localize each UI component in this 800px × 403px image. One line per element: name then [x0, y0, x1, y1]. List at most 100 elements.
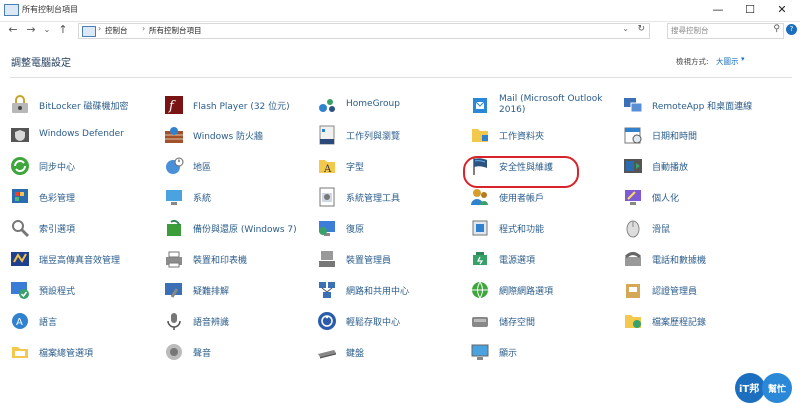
item-default-programs[interactable]: 預設程式 [10, 279, 160, 301]
item-keyboard[interactable]: 鍵盤 [317, 341, 467, 363]
device-manager-icon [319, 251, 335, 267]
item-sound[interactable]: 聲音 [164, 341, 314, 363]
admin-tools-icon [319, 187, 335, 207]
remoteapp-icon [624, 98, 643, 113]
item-system[interactable]: 系統 [164, 186, 314, 208]
breadcrumb-all-items[interactable]: 所有控制台項目 [149, 25, 202, 36]
item-device-manager[interactable]: 裝置管理員 [317, 248, 467, 270]
item-power-options[interactable]: 電源選項 [470, 248, 620, 270]
realtek-audio-icon [11, 252, 29, 266]
search-icon[interactable]: ⚲ [773, 24, 780, 34]
item-date-time[interactable]: 日期和時間 [623, 124, 773, 146]
item-fonts[interactable]: A 字型 [317, 155, 467, 177]
network-icon [319, 282, 335, 298]
item-realtek-audio[interactable]: 瑞昱高傳真音效管理 [10, 248, 160, 270]
forward-button[interactable]: → [24, 23, 38, 37]
search-box[interactable]: ⚲ [667, 23, 784, 39]
backup-icon [167, 219, 181, 236]
power-icon [473, 252, 487, 265]
item-recovery[interactable]: 復原 [317, 217, 467, 239]
ease-of-access-icon [318, 312, 336, 330]
item-remoteapp[interactable]: RemoteApp 和桌面連線 [623, 94, 773, 116]
credential-icon [626, 284, 640, 298]
indexing-icon [12, 220, 30, 238]
keyboard-icon [318, 350, 336, 359]
item-display[interactable]: 顯示 [470, 341, 620, 363]
chevron-down-icon[interactable]: ⌄ [622, 24, 629, 33]
mouse-icon [626, 220, 640, 238]
item-windows-defender[interactable]: Windows Defender [10, 124, 160, 146]
chevron-right-icon[interactable]: › [98, 24, 101, 33]
logo-text-1: iT邦 [739, 382, 759, 395]
help-icon[interactable]: ? [786, 24, 797, 35]
file-history-icon [625, 315, 641, 328]
recovery-icon [319, 221, 335, 236]
item-network-sharing[interactable]: 網路和共用中心 [317, 279, 467, 301]
color-management-icon [12, 189, 28, 203]
highlight-circle [463, 156, 579, 188]
personalization-icon [625, 190, 641, 205]
breadcrumb-control-panel[interactable]: 控制台 [105, 25, 128, 36]
item-mail[interactable]: Mail (Microsoft Outlook 2016) [470, 94, 620, 116]
minimize-button[interactable]: — [704, 2, 732, 18]
item-explorer-options[interactable]: 檔案總管選項 [10, 341, 160, 363]
up-button[interactable]: ↑ [56, 23, 70, 37]
item-user-accounts[interactable]: 使用者帳戶 [470, 186, 620, 208]
item-color-management[interactable]: 色彩管理 [10, 186, 160, 208]
item-troubleshooting[interactable]: 疑難排解 [164, 279, 314, 301]
date-time-icon [624, 127, 642, 144]
item-mouse[interactable]: 滑鼠 [623, 217, 773, 239]
view-by-dropdown[interactable]: 大圖示 [716, 56, 739, 67]
search-input[interactable] [671, 24, 761, 37]
item-autoplay[interactable]: 自動播放 [623, 155, 773, 177]
item-sync-center[interactable]: 同步中心 [10, 155, 160, 177]
recent-locations-button[interactable]: ⌄ [40, 23, 54, 37]
item-file-history[interactable]: 檔案歷程記錄 [623, 310, 773, 332]
item-credential-manager[interactable]: 認證管理員 [623, 279, 773, 301]
control-panel-icon [4, 4, 19, 16]
language-icon: A [12, 313, 28, 329]
item-programs-features[interactable]: 程式和功能 [470, 217, 620, 239]
close-button[interactable]: ✕ [768, 2, 796, 18]
defender-icon [11, 128, 29, 142]
window-title: 所有控制台項目 [22, 5, 78, 14]
homegroup-icon [319, 99, 335, 112]
refresh-icon[interactable]: ↻ [637, 24, 645, 34]
mail-icon [473, 98, 487, 113]
back-button[interactable]: ← [6, 23, 20, 37]
address-bar[interactable]: › 控制台 › 所有控制台項目 ⌄ ↻ [78, 23, 650, 39]
maximize-button[interactable]: ☐ [736, 2, 764, 18]
internet-options-icon [472, 281, 488, 299]
chevron-right-icon[interactable]: › [142, 24, 145, 33]
item-personalization[interactable]: 個人化 [623, 186, 773, 208]
item-windows-firewall[interactable]: Windows 防火牆 [164, 124, 314, 146]
item-bitlocker[interactable]: BitLocker 磁碟機加密 [10, 94, 160, 116]
item-ease-of-access[interactable]: 輕鬆存取中心 [317, 310, 467, 332]
item-devices-printers[interactable]: 裝置和印表機 [164, 248, 314, 270]
control-panel-icon [82, 26, 96, 37]
storage-icon [472, 317, 488, 327]
chevron-down-icon[interactable]: ▾ [741, 55, 745, 63]
troubleshooting-icon [165, 283, 182, 298]
item-phone-modem[interactable]: 電話和數據機 [623, 248, 773, 270]
explorer-options-icon [12, 347, 28, 358]
flash-icon: f [165, 96, 183, 114]
item-admin-tools[interactable]: 系統管理工具 [317, 186, 467, 208]
ithelp-logo: iT邦 幫忙 [735, 373, 792, 403]
item-internet-options[interactable]: 網際網路選項 [470, 279, 620, 301]
item-homegroup[interactable]: HomeGroup [317, 94, 467, 116]
item-taskbar-navigation[interactable]: 工作列與瀏覽 [317, 124, 467, 146]
system-icon [166, 190, 182, 205]
title-bar: 所有控制台項目 — ☐ ✕ [0, 0, 800, 22]
item-flash-player[interactable]: f Flash Player (32 位元) [164, 94, 314, 116]
item-speech-recognition[interactable]: 語音辨識 [164, 310, 314, 332]
item-work-folders[interactable]: 工作資料夾 [470, 124, 620, 146]
item-backup-restore[interactable]: 備份與還原 (Windows 7) [164, 217, 314, 239]
item-indexing-options[interactable]: 索引選項 [10, 217, 160, 239]
item-language[interactable]: A 語言 [10, 310, 160, 332]
devices-printers-icon [166, 251, 182, 268]
item-storage-spaces[interactable]: 儲存空間 [470, 310, 620, 332]
speech-icon [167, 313, 181, 330]
taskbar-icon [319, 125, 335, 145]
item-region[interactable]: 地區 [164, 155, 314, 177]
